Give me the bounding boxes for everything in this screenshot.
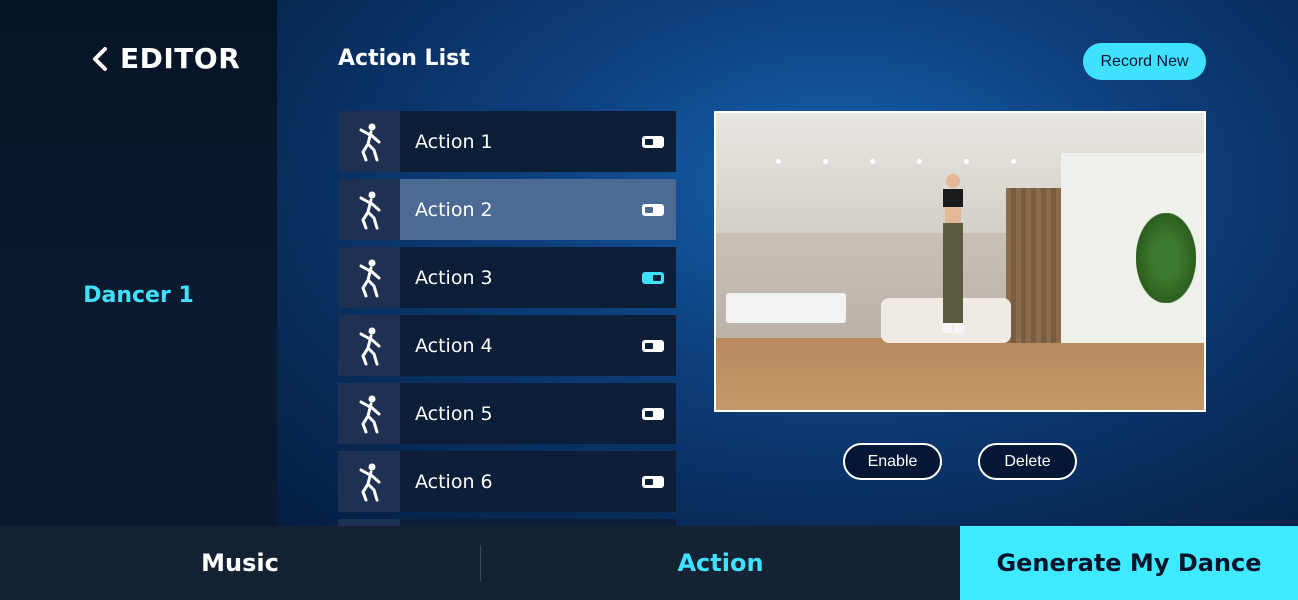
record-new-button[interactable]: Record New <box>1083 43 1206 80</box>
action-label: Action 3 <box>415 266 493 289</box>
dancer-figure <box>942 174 964 333</box>
action-list: Action 1 Action 2 Action 3 Action 4 Acti… <box>338 111 676 526</box>
action-row-4[interactable]: Action 4 <box>338 315 676 376</box>
delete-button[interactable]: Delete <box>978 443 1077 480</box>
action-toggle[interactable] <box>642 339 664 352</box>
back-button[interactable]: EDITOR <box>90 42 240 75</box>
chevron-left-icon <box>93 46 107 71</box>
action-toggle[interactable] <box>642 407 664 420</box>
action-row-3[interactable]: Action 3 <box>338 247 676 308</box>
action-row-5[interactable]: Action 5 <box>338 383 676 444</box>
action-thumbnail <box>338 383 400 444</box>
dancer-icon <box>359 463 381 501</box>
action-thumbnail <box>338 247 400 308</box>
action-thumbnail <box>338 315 400 376</box>
action-label: Action 4 <box>415 334 493 357</box>
dancer-label[interactable]: Dancer 1 <box>0 283 277 308</box>
enable-button[interactable]: Enable <box>843 443 942 480</box>
tab-music[interactable]: Music <box>0 526 480 600</box>
action-row-1[interactable]: Action 1 <box>338 111 676 172</box>
action-thumbnail <box>338 179 400 240</box>
action-toggle[interactable] <box>642 475 664 488</box>
main-panel: Action List Record New Action 1 Action 2 <box>277 0 1298 526</box>
editor-title: EDITOR <box>120 42 241 75</box>
action-label: Action 5 <box>415 402 493 425</box>
sidebar: EDITOR Dancer 1 <box>0 0 277 526</box>
action-row-2[interactable]: Action 2 <box>338 179 676 240</box>
action-label: Action 2 <box>415 198 493 221</box>
tab-action[interactable]: Action <box>481 526 960 600</box>
action-toggle[interactable] <box>642 135 664 148</box>
action-toggle[interactable] <box>642 271 664 284</box>
bottom-nav: Music Action Generate My Dance <box>0 526 1298 600</box>
dancer-icon <box>359 191 381 229</box>
action-label: Action 1 <box>415 130 493 153</box>
action-list-title: Action List <box>338 46 470 71</box>
action-row-partial[interactable] <box>338 519 676 526</box>
dancer-icon <box>359 123 381 161</box>
dancer-icon <box>359 395 381 433</box>
video-preview[interactable] <box>714 111 1206 412</box>
ceiling-lights <box>776 159 1016 164</box>
action-thumbnail <box>338 451 400 512</box>
action-label: Action 6 <box>415 470 493 493</box>
action-thumbnail <box>338 519 400 526</box>
dancer-icon <box>359 327 381 365</box>
action-row-6[interactable]: Action 6 <box>338 451 676 512</box>
generate-dance-button[interactable]: Generate My Dance <box>960 526 1298 600</box>
dancer-icon <box>359 259 381 297</box>
action-toggle[interactable] <box>642 203 664 216</box>
action-thumbnail <box>338 111 400 172</box>
